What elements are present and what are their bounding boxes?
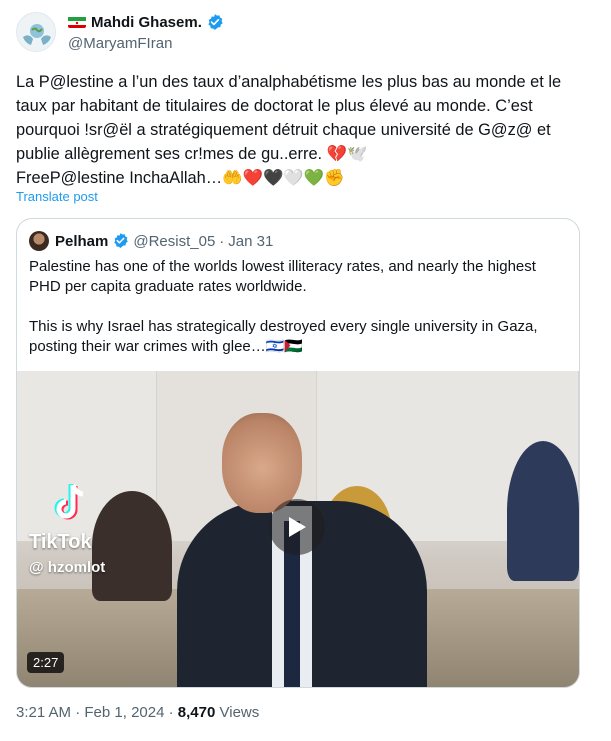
globe-hands-icon	[17, 13, 55, 51]
verified-badge-icon	[206, 13, 224, 31]
quoted-tweet-card[interactable]: Pelham @Resist_05 · Jan 31 Palestine has…	[16, 218, 580, 688]
quoted-tweet-text: Palestine has one of the worlds lowest i…	[29, 258, 538, 355]
tweet-time[interactable]: 3:21 AM	[16, 704, 71, 721]
tweet-header: Mahdi Ghasem. @MaryamFIran	[16, 12, 596, 56]
tiktok-brand-text: TikTok	[29, 531, 92, 553]
play-icon	[289, 517, 306, 537]
video-player[interactable]: TikTok @ hzomlot 2:27	[17, 371, 579, 687]
tiktok-username: @ hzomlot	[29, 559, 106, 576]
author-name-row[interactable]: Mahdi Ghasem.	[68, 13, 224, 31]
tiktok-logo-icon	[54, 484, 84, 520]
quoted-tweet-date[interactable]: Jan 31	[228, 233, 273, 250]
play-button[interactable]	[269, 499, 325, 555]
quoted-tweet-header: Pelham @Resist_05 · Jan 31	[29, 231, 273, 251]
views-count[interactable]: 8,470	[178, 704, 216, 721]
iran-flag-icon	[68, 16, 86, 28]
tweet-footer: 3:21 AM · Feb 1, 2024 · 8,470 Views	[16, 704, 259, 721]
translate-post-link[interactable]: Translate post	[16, 189, 98, 204]
views-label: Views	[219, 704, 260, 721]
quoted-author-avatar[interactable]	[29, 231, 49, 251]
quoted-author-name[interactable]: Pelham	[55, 233, 108, 250]
tweet-body-text: La P@lestine a l’un des taux d’analphabé…	[16, 73, 562, 187]
tweet-date[interactable]: Feb 1, 2024	[84, 704, 164, 721]
video-duration: 2:27	[27, 652, 65, 673]
separator-dot: ·	[168, 704, 174, 721]
author-display-name[interactable]: Mahdi Ghasem.	[91, 14, 202, 31]
verified-badge-icon	[112, 232, 129, 250]
separator-dot: ·	[219, 232, 225, 250]
student-figure	[92, 491, 172, 601]
quoted-author-handle[interactable]: @Resist_05	[133, 233, 215, 250]
author-handle[interactable]: @MaryamFIran	[68, 35, 172, 52]
student-figure	[507, 441, 579, 581]
author-avatar[interactable]	[16, 12, 56, 52]
separator-dot: ·	[75, 704, 81, 721]
speaker-head	[222, 413, 302, 513]
